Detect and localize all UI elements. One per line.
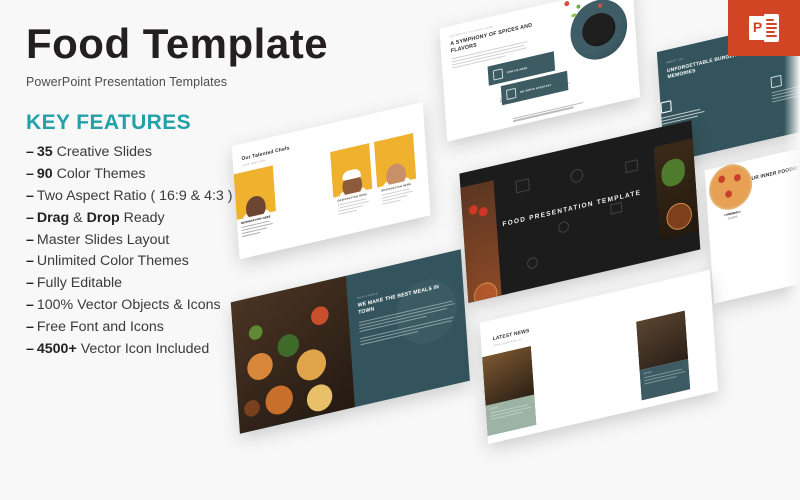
news-card[interactable]: NEWS — [482, 346, 537, 437]
tomato-decor — [478, 206, 489, 218]
slide-thumbnail-news[interactable]: LATEST NEWS Lorem ipsum dolor sit NEWS N… — [479, 269, 719, 445]
clock-icon — [505, 87, 517, 100]
bullet-dash: – — [26, 209, 34, 226]
feature-item-8: – Free Font and Icons — [26, 318, 164, 335]
hero-text-column: Food Template PowerPoint Presentation Te… — [26, 20, 329, 361]
drink-doodle-icon — [557, 220, 570, 234]
page-title: Food Template — [26, 20, 329, 67]
side-food-photo — [653, 136, 701, 241]
slide-thumbnail-cover[interactable]: FOOD PRESENTATION TEMPLATE — [459, 120, 701, 303]
news-card[interactable]: NEWS — [636, 310, 691, 401]
feature-item-1: –90 Color Themes — [26, 165, 146, 182]
burger-feature — [770, 67, 800, 104]
feature-item-7: –100% Vector Objects & Icons — [26, 297, 221, 314]
key-features-heading: KEY FEATURES — [26, 111, 192, 135]
slide-thumbnail-spices[interactable]: AUTHENTIC FLAVORS FOOD A SYMPHONY OF SPI… — [439, 0, 641, 142]
chef-card: DESIGNATION HERE — [330, 143, 374, 229]
chef-card: DESIGNATION HERE — [374, 133, 418, 219]
pizza-image — [707, 159, 754, 215]
info-box-title: FIND US HERE — [506, 66, 528, 74]
cutlery-doodle-icon — [515, 178, 530, 194]
bullet-dash: – — [26, 187, 34, 204]
bullet-dash: – — [26, 144, 34, 161]
feature-item-0: –35 Creative Slides — [26, 144, 153, 161]
grilled-meat-photo — [460, 180, 502, 303]
bullet-dash: – — [26, 231, 34, 248]
info-box-title: WE SERVE EVERYDAY — [519, 83, 552, 94]
slide-burgers-kicker: ABOUT US — [666, 58, 684, 65]
bullet-dash: – — [26, 340, 34, 357]
powerpoint-badge — [728, 0, 800, 56]
chef-hat-icon — [660, 100, 672, 114]
feature-item-3: – Drag & Drop Ready — [26, 209, 165, 226]
feature-item-4: – Master Slides Layout — [26, 231, 170, 248]
feature-item-2: – Two Aspect Ratio ( 16:9 & 4:3 ) — [26, 187, 233, 204]
pizza-doodle-icon — [570, 167, 584, 184]
pizza-item: PEPPERONI $ 125.00 — [705, 159, 757, 224]
feature-item-6: – Fully Editable — [26, 275, 123, 292]
bullet-dash: – — [26, 318, 34, 335]
chef-hat-doodle-icon — [526, 256, 539, 270]
food-pan-image — [568, 0, 630, 66]
bullet-dash: – — [26, 275, 34, 292]
pizza-slice-doodle-icon — [624, 159, 639, 174]
bullet-dash: – — [26, 297, 34, 314]
sauce-bowl-decor — [473, 280, 499, 303]
powerpoint-icon — [749, 14, 779, 42]
feature-item-9: –4500+ Vector Icon Included — [26, 340, 210, 357]
bullet-dash: – — [26, 253, 34, 270]
cutlery-icon — [770, 74, 782, 89]
feature-item-5: – Unlimited Color Themes — [26, 253, 189, 270]
tomato-decor — [468, 204, 479, 216]
location-icon — [492, 67, 504, 81]
bullet-dash: – — [26, 165, 34, 182]
page-subtitle: PowerPoint Presentation Templates — [26, 75, 228, 90]
key-features-list: –35 Creative Slides –90 Color Themes – Two … — [26, 142, 326, 361]
